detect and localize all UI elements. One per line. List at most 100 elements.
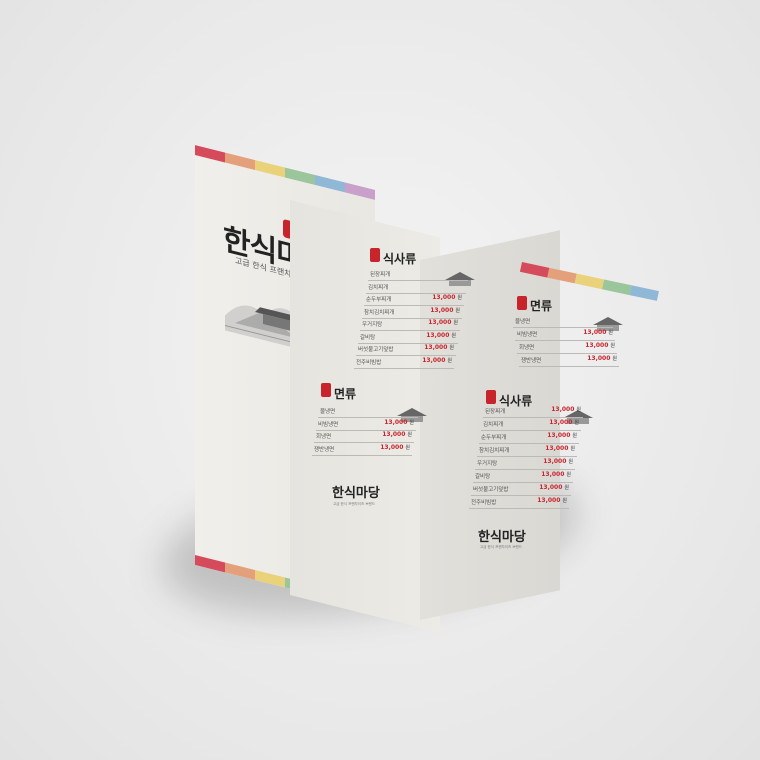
menu-row: 버섯불고기덮밥 13,000 원: [471, 483, 571, 496]
menu-item-name: 참치김치찌개: [479, 448, 510, 454]
footer-tagline: 고급 한식 프랜차이즈 브랜드: [480, 545, 522, 549]
menu-row: 비빔냉면 13,000 원: [316, 418, 416, 431]
menu-item-name: 비빔냉면: [318, 421, 339, 428]
menu-item-price: 13,000 원: [426, 331, 456, 339]
currency-unit: 원: [574, 420, 579, 426]
currency-unit: 원: [562, 498, 567, 504]
menu-item-name: 우거지탕: [477, 461, 498, 467]
currency-unit: 원: [608, 330, 613, 336]
menu-item-name: 순두부찌개: [366, 297, 392, 303]
section-seal: [370, 248, 380, 262]
menu-item-price: 13,000 원: [424, 344, 454, 351]
menu-item-name: 회냉면: [519, 345, 535, 351]
currency-unit: 원: [405, 444, 410, 451]
footer-tagline: 고급 한식 프랜차이즈 브랜드: [333, 502, 375, 506]
menu-row: 쟁반냉면 13,000 원: [519, 354, 619, 367]
menu-row: 김치찌개 13,000 원: [481, 418, 581, 431]
menu-item-price: 13,000 원: [422, 356, 452, 364]
menu-row: 순두부찌개 13,000 원: [479, 431, 579, 444]
menu-row: 김치찌개: [366, 281, 466, 294]
menu-item-name: 우거지탕: [362, 322, 383, 328]
menu-item-name: 물냉면: [515, 319, 531, 325]
menu-row: 비빔냉면 13,000 원: [515, 328, 615, 341]
currency-unit: 원: [566, 472, 571, 478]
menu-item-price: 13,000 원: [539, 484, 569, 491]
currency-unit: 원: [453, 320, 458, 326]
menu-item-name: 김치찌개: [483, 422, 504, 428]
menu-item-price: 13,000 원: [382, 431, 412, 438]
currency-unit: 원: [447, 357, 452, 364]
menu-row: 회냉면 13,000 원: [517, 341, 617, 354]
menu-item-price: 13,000 원: [537, 497, 567, 504]
menu-row: 버섯불고기덮밥 13,000 원: [356, 343, 456, 356]
menu-item-price: 13,000 원: [543, 458, 573, 465]
menu-row: 우거지탕 13,000 원: [360, 318, 460, 331]
menu-item-price: 13,000 원: [545, 445, 575, 452]
menu-item-name: 김치찌개: [368, 284, 389, 291]
currency-unit: 원: [576, 407, 581, 413]
menu-row: 회냉면 13,000 원: [314, 430, 414, 443]
menu-row: 갈비탕 13,000 원: [473, 470, 573, 483]
menu-item-name: 갈비탕: [475, 474, 491, 480]
section-title: 면류: [334, 387, 357, 401]
section-title: 식사류: [383, 252, 417, 266]
section-title: 면류: [530, 299, 553, 313]
currency-unit: 원: [409, 419, 414, 426]
menu-item-name: 쟁반냉면: [314, 446, 335, 453]
menu-row: 갈비탕 13,000 원: [358, 331, 458, 344]
menu-item-name: 비빔냉면: [517, 332, 538, 338]
section-seal: [321, 383, 331, 397]
menu-row: 참치김치찌개 13,000 원: [362, 306, 462, 319]
menu-item-price: 13,000 원: [585, 342, 615, 349]
section-seal: [517, 296, 527, 310]
currency-unit: 원: [449, 345, 454, 351]
menu-item-name: 갈비탕: [360, 334, 376, 341]
currency-unit: 원: [451, 332, 456, 339]
menu-row: 전주비빔밥 13,000 원: [469, 496, 569, 509]
menu-row: 순두부찌개 13,000 원: [364, 293, 464, 306]
menu-item-name: 전주비빔밥: [356, 359, 382, 366]
menu-row: 물냉면: [513, 315, 613, 328]
footer-logo: 한식마당: [478, 530, 526, 545]
menu-item-price: 13,000 원: [384, 418, 414, 426]
section-seal: [486, 390, 496, 404]
menu-item-price: 13,000 원: [551, 406, 581, 413]
menu-row: 전주비빔밥 13,000 원: [354, 356, 454, 369]
menu-item-price: 13,000 원: [380, 443, 410, 451]
menu-item-name: 참치김치찌개: [364, 309, 395, 316]
currency-unit: 원: [612, 356, 617, 362]
menu-item-name: 버섯불고기덮밥: [358, 347, 394, 353]
menu-item-price: 13,000 원: [549, 419, 579, 426]
menu-item-price: 13,000 원: [541, 471, 571, 478]
currency-unit: 원: [570, 446, 575, 452]
menu-item-price: 13,000 원: [547, 432, 577, 439]
menu-row: 쟁반냉면 13,000 원: [312, 443, 412, 456]
currency-unit: 원: [564, 485, 569, 491]
menu-item-name: 된장찌개: [370, 272, 391, 278]
menu-item-name: 회냉면: [316, 434, 332, 440]
menu-item-price: 13,000 원: [432, 294, 462, 301]
menu-item-price: 13,000 원: [583, 329, 613, 336]
menu-item-name: 된장찌개: [485, 409, 506, 415]
menu-item-price: 13,000 원: [428, 319, 458, 326]
menu-row: 우거지탕 13,000 원: [475, 457, 575, 470]
menu-item-name: 버섯불고기덮밥: [473, 487, 509, 493]
middle-panel-content: 식사류 된장찌개 김치찌개 순두부찌개 13,000 원 참치김치찌개 13,000 원 우거지…: [0, 0, 760, 760]
menu-row: 된장찌개 13,000 원: [483, 405, 583, 418]
currency-unit: 원: [455, 307, 460, 314]
menu-item-name: 전주비빔밥: [471, 500, 497, 506]
currency-unit: 원: [407, 432, 412, 438]
currency-unit: 원: [457, 295, 462, 301]
menu-item-name: 순두부찌개: [481, 435, 507, 441]
currency-unit: 원: [572, 433, 577, 439]
menu-row: 물냉면: [318, 405, 418, 418]
menu-row: 참치김치찌개 13,000 원: [477, 444, 577, 457]
currency-unit: 원: [568, 459, 573, 465]
menu-item-name: 물냉면: [320, 409, 336, 415]
menu-row: 된장찌개: [368, 268, 468, 281]
currency-unit: 원: [610, 343, 615, 349]
footer-logo: 한식마당: [332, 486, 380, 501]
menu-item-name: 쟁반냉면: [521, 358, 542, 364]
menu-item-price: 13,000 원: [430, 306, 460, 314]
menu-item-price: 13,000 원: [587, 355, 617, 362]
